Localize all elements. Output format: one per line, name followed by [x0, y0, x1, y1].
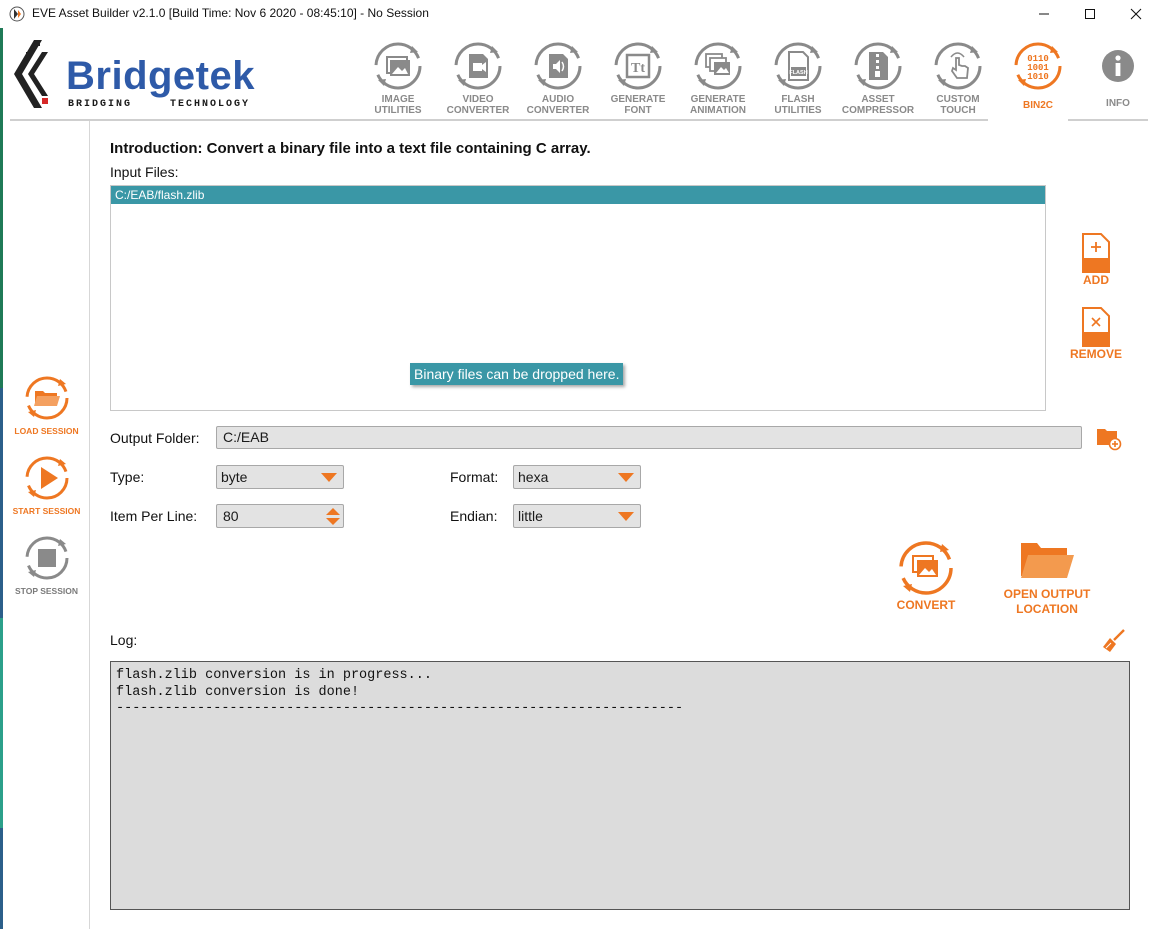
title-bar: EVE Asset Builder v2.1.0 [Build Time: No… — [0, 0, 1159, 28]
tool-generate-animation[interactable]: GENERATE ANIMATION — [678, 28, 758, 120]
input-files-label: Input Files: — [110, 164, 179, 180]
list-item[interactable]: C:/EAB/flash.zlib — [111, 186, 1045, 204]
spin-down-icon[interactable] — [326, 518, 340, 525]
input-file-list[interactable]: C:/EAB/flash.zlib Binary files can be dr… — [110, 185, 1046, 411]
convert-icon — [899, 541, 953, 595]
type-select[interactable]: byte — [216, 465, 344, 489]
tool-asset-compressor[interactable]: ASSET COMPRESSOR — [838, 28, 918, 120]
drop-hint-tooltip: Binary files can be dropped here. — [410, 363, 624, 385]
chevron-down-icon — [321, 473, 337, 482]
folder-add-icon[interactable] — [1096, 425, 1122, 451]
minimize-icon — [1039, 13, 1049, 15]
add-file-button[interactable]: ADD — [1066, 233, 1126, 287]
add-label: ADD — [1083, 273, 1109, 287]
open-output-label: OPEN OUTPUT LOCATION — [1003, 587, 1091, 616]
tool-label: GENERATE ANIMATION — [690, 94, 746, 116]
font-icon: Tt — [614, 42, 662, 90]
header-divider — [10, 119, 988, 121]
item-per-line-value: 80 — [223, 508, 239, 524]
file-remove-icon — [1082, 307, 1110, 347]
start-session-label: START SESSION — [12, 506, 81, 516]
tool-info[interactable]: INFO — [1078, 28, 1158, 120]
font-glyph: Tt — [631, 61, 645, 76]
folder-open-icon — [1021, 543, 1074, 578]
tool-label: BIN2C — [1022, 100, 1053, 111]
type-label: Type: — [110, 469, 145, 485]
convert-label: CONVERT — [896, 598, 956, 612]
log-output: flash.zlib conversion is in progress... … — [110, 661, 1130, 910]
load-session-label: LOAD SESSION — [14, 426, 79, 436]
remove-label: REMOVE — [1069, 347, 1122, 361]
stop-session-label: STOP SESSION — [15, 586, 78, 596]
format-select[interactable]: hexa — [513, 465, 641, 489]
video-icon — [454, 42, 502, 90]
format-label: Format: — [450, 469, 499, 485]
tool-generate-font[interactable]: Tt GENERATE FONT — [598, 28, 678, 120]
open-output-location-button[interactable]: OPEN OUTPUT LOCATION — [1002, 540, 1092, 617]
endian-select-value: little — [518, 508, 543, 524]
type-select-value: byte — [221, 469, 248, 485]
audio-icon — [534, 42, 582, 90]
image-icon — [374, 42, 422, 90]
tool-label: AUDIO CONVERTER — [526, 94, 590, 116]
remove-file-button[interactable]: REMOVE — [1066, 307, 1126, 361]
window-title: EVE Asset Builder v2.1.0 [Build Time: No… — [32, 6, 429, 20]
output-folder-label: Output Folder: — [110, 430, 200, 446]
tool-video-converter[interactable]: VIDEO CONVERTER — [438, 28, 518, 120]
app-icon — [9, 6, 25, 22]
maximize-icon — [1085, 9, 1095, 19]
tool-label: CUSTOM TOUCH — [936, 94, 980, 116]
maximize-button[interactable] — [1067, 0, 1113, 28]
item-per-line-stepper[interactable]: 80 — [216, 504, 344, 528]
chevron-down-icon — [618, 512, 634, 521]
touch-icon — [934, 42, 982, 90]
tool-flash-utilities[interactable]: FLASH FLASH UTILITIES — [758, 28, 838, 120]
output-folder-field[interactable]: C:/EAB — [216, 426, 1082, 449]
tool-label: FLASH UTILITIES — [774, 94, 822, 116]
header-divider — [1068, 119, 1148, 121]
header: Bridgetek BRIDGING TECHNOLOGY IMAGE UTIL… — [10, 28, 1149, 120]
tool-custom-touch[interactable]: CUSTOM TOUCH — [918, 28, 998, 120]
logo-mark-icon — [14, 40, 48, 108]
chevron-down-icon — [618, 473, 634, 482]
info-icon — [1102, 50, 1134, 82]
brand-name: Bridgetek — [66, 54, 255, 98]
minimize-button[interactable] — [1021, 0, 1067, 28]
brand-tagline-right: TECHNOLOGY — [170, 99, 251, 110]
brand-tagline-left: BRIDGING — [68, 99, 133, 110]
tool-bin2c[interactable]: 0110 1001 1010 BIN2C — [998, 28, 1078, 120]
endian-select[interactable]: little — [513, 504, 641, 528]
binary-glyph-line: 1010 — [1027, 72, 1049, 82]
endian-label: Endian: — [450, 508, 498, 524]
tool-label: GENERATE FONT — [610, 94, 666, 116]
close-icon — [1130, 8, 1142, 20]
zip-icon — [854, 42, 902, 90]
broom-icon[interactable] — [1100, 628, 1126, 654]
binary-icon: 0110 1001 1010 — [1014, 42, 1062, 90]
animation-icon — [694, 42, 742, 90]
session-sidebar: LOAD SESSION START SESSION STOP SESSION — [3, 121, 90, 929]
bridgetek-logo: Bridgetek BRIDGING TECHNOLOGY — [12, 38, 255, 110]
stop-icon — [25, 536, 69, 580]
tool-label: ASSET COMPRESSOR — [841, 94, 915, 116]
item-per-line-label: Item Per Line: — [110, 508, 198, 524]
spin-up-icon[interactable] — [326, 508, 340, 515]
file-add-icon — [1082, 233, 1110, 273]
close-button[interactable] — [1113, 0, 1159, 28]
flash-icon: FLASH — [774, 42, 822, 90]
intro-text: Introduction: Convert a binary file into… — [110, 140, 591, 157]
folder-open-icon — [25, 376, 69, 420]
tool-label: IMAGE UTILITIES — [374, 94, 422, 116]
flash-glyph: FLASH — [789, 70, 807, 76]
tool-image-utilities[interactable]: IMAGE UTILITIES — [358, 28, 438, 120]
convert-button[interactable]: CONVERT — [886, 538, 966, 613]
log-label: Log: — [110, 632, 138, 648]
play-icon — [25, 456, 69, 500]
tool-audio-converter[interactable]: AUDIO CONVERTER — [518, 28, 598, 120]
main-toolbar: IMAGE UTILITIES VIDEO CONVERTER AUDIO CO… — [358, 28, 1148, 120]
format-select-value: hexa — [518, 469, 549, 485]
tool-label: INFO — [1106, 98, 1130, 109]
tool-label: VIDEO CONVERTER — [446, 94, 510, 116]
